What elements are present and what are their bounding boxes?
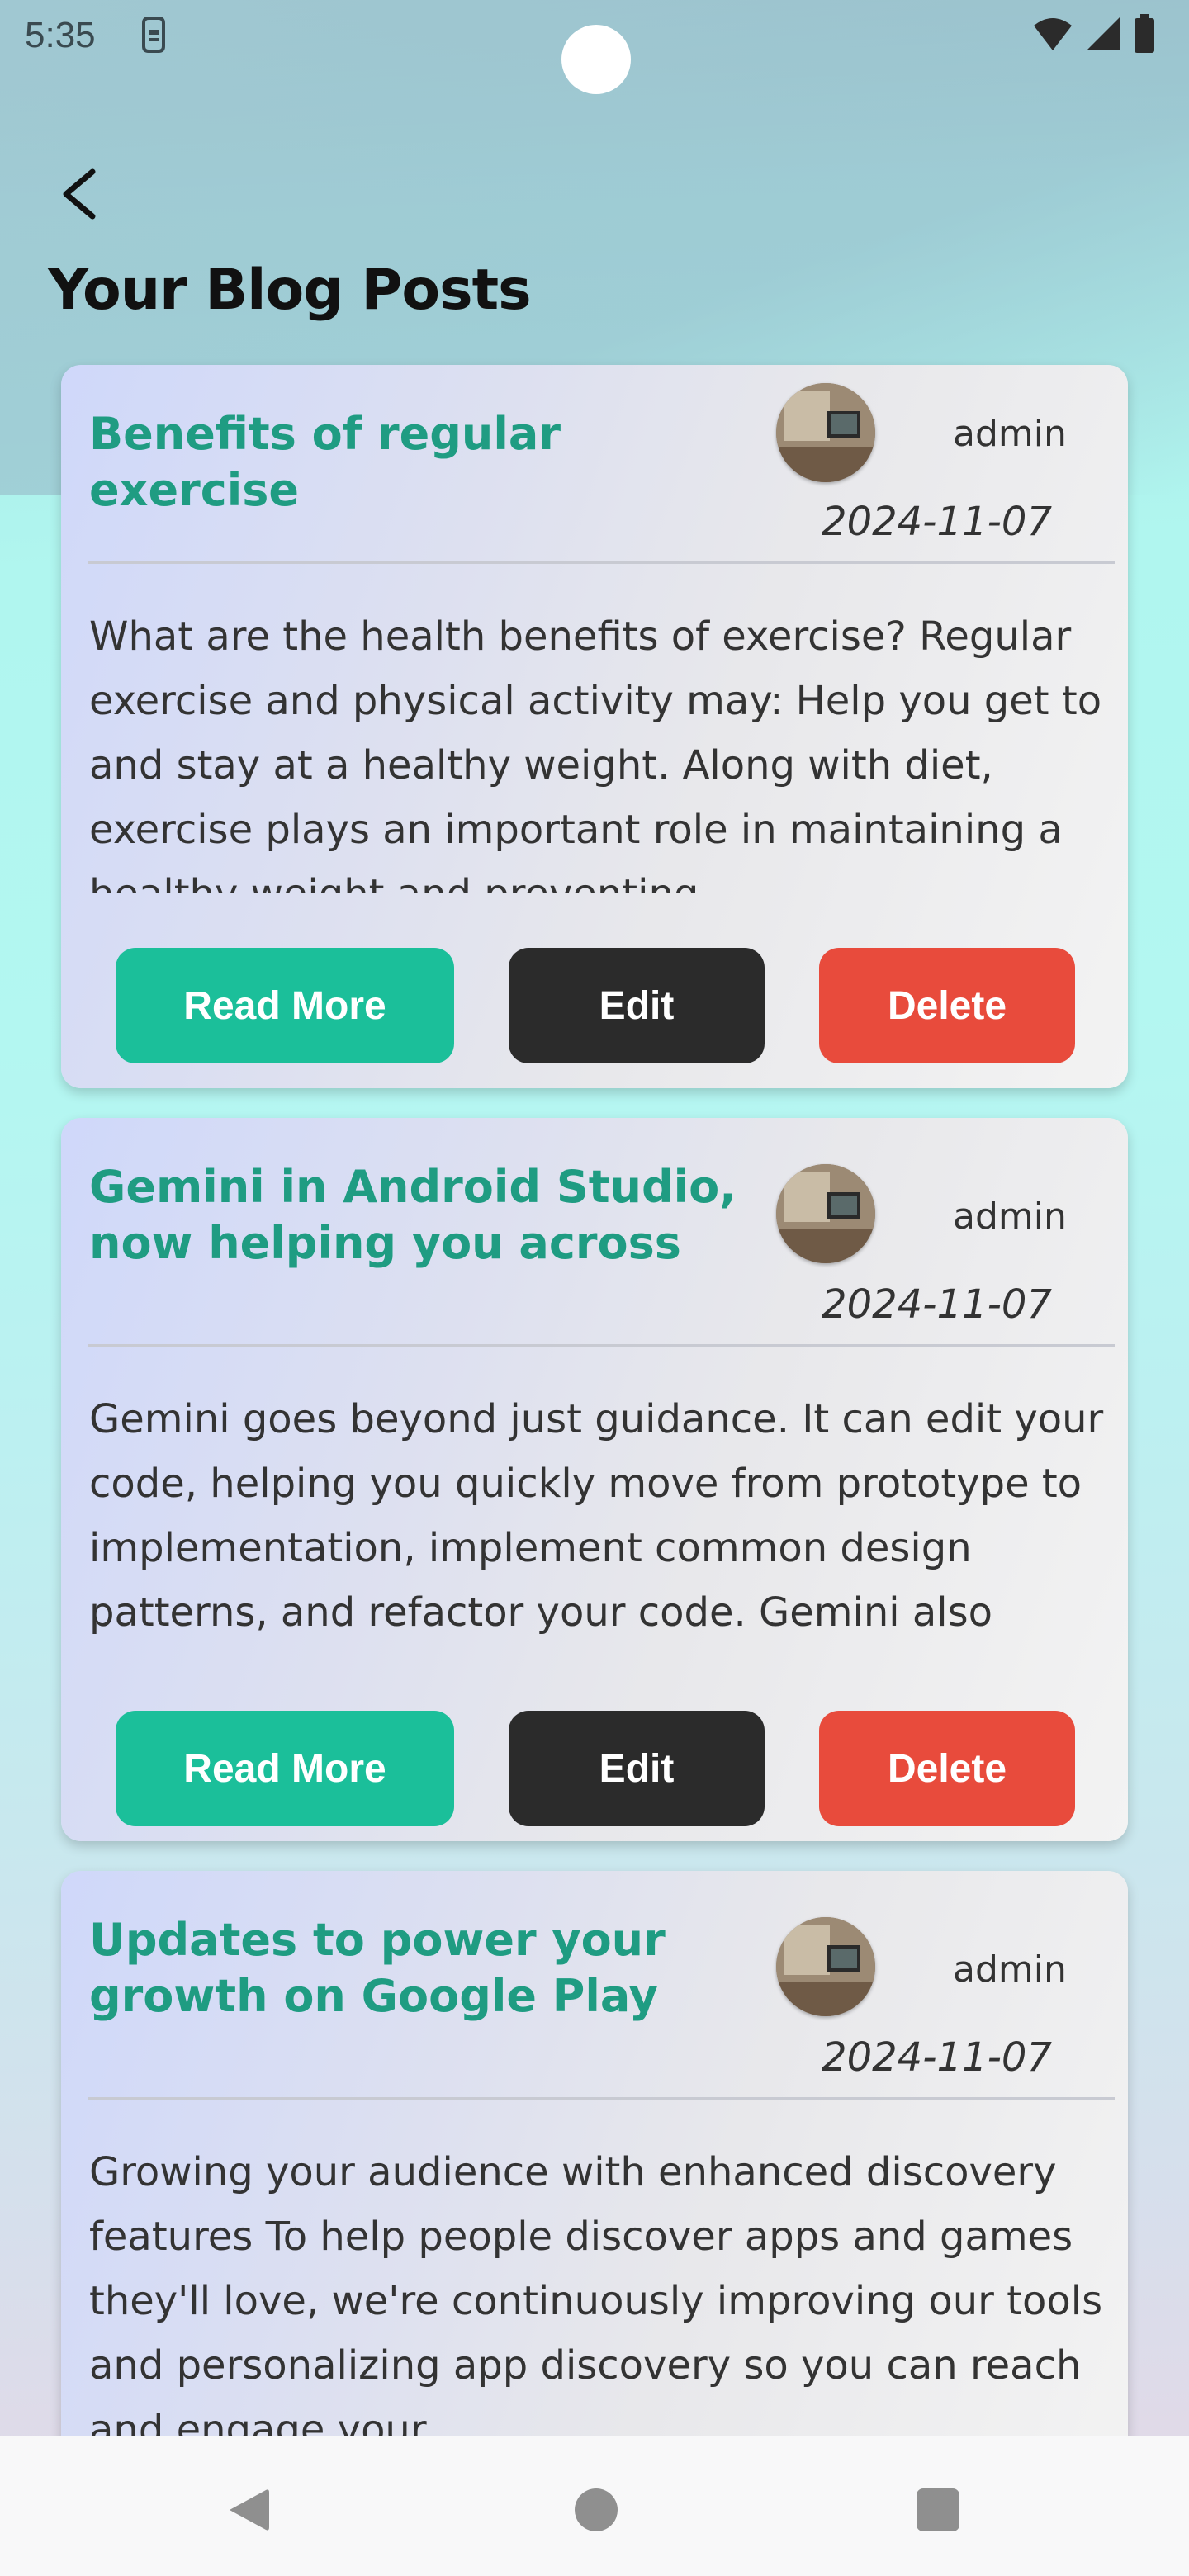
nav-recents-button[interactable] <box>917 2488 959 2531</box>
divider <box>88 561 1115 564</box>
post-author: admin <box>953 1196 1067 1238</box>
nav-home-button[interactable] <box>575 2488 618 2531</box>
post-body: Growing your audience with enhanced disc… <box>89 2149 1103 2437</box>
wifi-icon <box>1032 16 1073 56</box>
status-icons <box>1032 13 1156 58</box>
triangle-back-icon <box>230 2489 269 2531</box>
edit-button[interactable]: Edit <box>509 1711 765 1826</box>
sim-card-icon <box>137 17 170 53</box>
arrow-back-icon <box>63 168 96 220</box>
post-author: admin <box>953 413 1067 455</box>
post-card: Benefits of regular exercise admin 2024-… <box>61 365 1128 1088</box>
post-title[interactable]: Gemini in Android Studio, now helping yo… <box>89 1159 775 1271</box>
back-button[interactable] <box>50 157 116 231</box>
post-date: 2024-11-07 <box>822 499 1052 545</box>
post-date: 2024-11-07 <box>822 1281 1052 1328</box>
divider <box>88 1344 1115 1347</box>
post-title[interactable]: Benefits of regular exercise <box>89 406 775 519</box>
camera-cutout <box>561 25 631 94</box>
author-avatar <box>776 1917 875 2016</box>
nav-back-button[interactable] <box>223 2485 272 2535</box>
author-avatar <box>776 383 875 482</box>
status-time: 5:35 <box>25 15 96 55</box>
author-avatar <box>776 1164 875 1263</box>
post-card: Updates to power your growth on Google P… <box>61 1871 1128 2498</box>
post-body: What are the health benefits of exercise… <box>89 613 1102 893</box>
delete-button[interactable]: Delete <box>819 948 1075 1063</box>
page-title: Your Blog Posts <box>48 258 532 323</box>
post-body: Gemini goes beyond just guidance. It can… <box>89 1396 1104 1636</box>
read-more-button[interactable]: Read More <box>116 1711 454 1826</box>
post-author: admin <box>953 1949 1067 1991</box>
edit-button[interactable]: Edit <box>509 948 765 1063</box>
read-more-button[interactable]: Read More <box>116 948 454 1063</box>
post-card: Gemini in Android Studio, now helping yo… <box>61 1118 1128 1841</box>
post-date: 2024-11-07 <box>822 2034 1052 2081</box>
post-title[interactable]: Updates to power your growth on Google P… <box>89 1912 667 2024</box>
signal-icon <box>1085 16 1121 56</box>
battery-icon <box>1133 13 1156 58</box>
divider <box>88 2097 1115 2100</box>
navigation-bar <box>0 2436 1189 2576</box>
delete-button[interactable]: Delete <box>819 1711 1075 1826</box>
